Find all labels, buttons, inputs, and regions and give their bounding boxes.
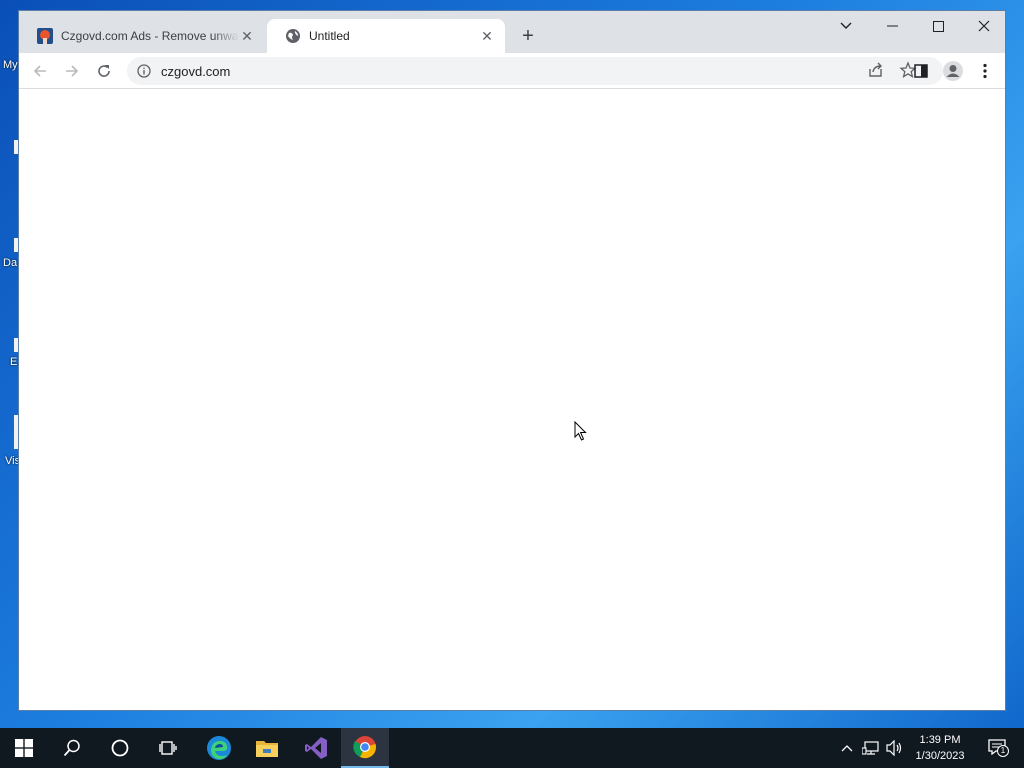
tab-search-button[interactable] <box>823 11 869 41</box>
search-icon <box>63 739 80 757</box>
network-button[interactable] <box>860 728 882 768</box>
edge-icon <box>207 736 231 760</box>
action-center-button[interactable]: 1 <box>978 728 1018 768</box>
reload-button[interactable] <box>92 59 116 83</box>
close-window-button[interactable] <box>961 11 1007 41</box>
browser-window: Czgovd.com Ads - Remove unwanted ✕ Untit… <box>18 10 1006 711</box>
close-tab-icon[interactable]: ✕ <box>479 28 495 44</box>
desktop-icon-visual-studio[interactable]: Vis <box>0 415 20 469</box>
chevron-up-icon <box>841 745 853 752</box>
folder-icon <box>256 741 278 757</box>
show-hidden-icons-button[interactable] <box>838 728 856 768</box>
mouse-cursor-icon <box>574 421 587 441</box>
taskbar-app-edge[interactable] <box>195 728 243 768</box>
start-button[interactable] <box>0 728 48 768</box>
task-view-button[interactable] <box>144 728 192 768</box>
side-panel-button[interactable] <box>909 59 933 83</box>
profile-button[interactable] <box>941 59 965 83</box>
cortana-button[interactable] <box>96 728 144 768</box>
clock-time: 1:39 PM <box>919 734 961 746</box>
chevron-down-icon <box>840 22 852 29</box>
minimize-button[interactable] <box>869 11 915 41</box>
close-icon <box>978 20 990 32</box>
pcrisk-icon <box>37 28 53 44</box>
taskbar-app-file-explorer[interactable] <box>243 728 291 768</box>
desktop-icon-label: My <box>3 59 18 71</box>
taskbar-app-chrome[interactable] <box>341 728 389 768</box>
more-vert-icon <box>983 63 987 79</box>
forward-button[interactable] <box>60 59 84 83</box>
cortana-icon <box>111 739 129 757</box>
maximize-button[interactable] <box>915 11 961 41</box>
volume-button[interactable] <box>884 728 906 768</box>
page-content-area[interactable] <box>19 90 1005 710</box>
network-icon <box>862 741 879 755</box>
back-button[interactable] <box>28 59 52 83</box>
tab-strip: Czgovd.com Ads - Remove unwanted ✕ Untit… <box>19 11 1005 53</box>
reload-icon <box>98 65 110 77</box>
arrow-right-icon <box>66 65 79 77</box>
search-button[interactable] <box>48 728 96 768</box>
tab-czgovd-ads[interactable]: Czgovd.com Ads - Remove unwanted ✕ <box>19 19 265 53</box>
tab-untitled[interactable]: Untitled ✕ <box>267 19 505 53</box>
maximize-icon <box>932 20 944 32</box>
speaker-icon <box>886 740 902 756</box>
taskbar: 1:39 PM 1/30/2023 1 <box>0 728 1024 768</box>
arrow-left-icon <box>33 65 46 77</box>
desktop-icon-label: E <box>10 356 18 368</box>
info-icon[interactable] <box>137 64 151 78</box>
desktop-icon-my-computer[interactable]: My <box>0 58 20 78</box>
tab-title: Czgovd.com Ads - Remove unwanted <box>61 29 239 43</box>
share-icon[interactable] <box>867 61 885 79</box>
notification-count-badge: 1 <box>997 745 1009 757</box>
clock-date: 1/30/2023 <box>915 750 965 762</box>
new-tab-button[interactable]: + <box>517 25 539 47</box>
desktop-icon-partial[interactable] <box>0 140 20 160</box>
taskbar-app-visual-studio[interactable] <box>292 728 340 768</box>
address-bar[interactable]: czgovd.com <box>127 57 943 85</box>
tab-title: Untitled <box>309 29 350 43</box>
chrome-icon <box>353 736 376 759</box>
visual-studio-icon <box>305 737 327 759</box>
avatar <box>943 61 963 81</box>
url-text: czgovd.com <box>161 63 231 79</box>
task-view-icon <box>159 741 177 755</box>
close-tab-icon[interactable]: ✕ <box>239 28 255 44</box>
desktop-icon-data[interactable]: Da <box>0 238 20 272</box>
globe-icon <box>286 29 300 43</box>
desktop-icon-e[interactable]: E <box>0 338 20 372</box>
windows-logo-icon <box>15 739 33 757</box>
menu-button[interactable] <box>973 59 997 83</box>
desktop-icon-label: Da <box>3 257 18 269</box>
minimize-icon <box>886 25 898 27</box>
clock[interactable]: 1:39 PM 1/30/2023 <box>908 732 972 764</box>
browser-toolbar: czgovd.com <box>19 53 1005 89</box>
side-panel-icon <box>914 64 928 78</box>
